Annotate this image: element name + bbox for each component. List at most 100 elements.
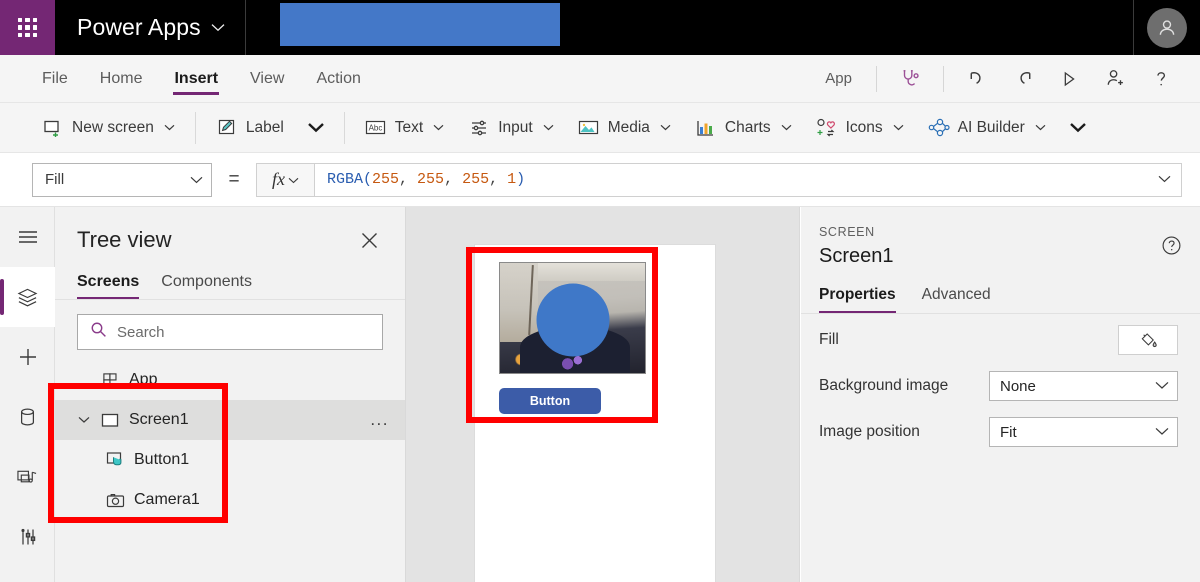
ribbon-group-controls: Abc Text Input Media Charts Icons AI Bui… bbox=[353, 103, 1098, 153]
formula-input[interactable]: RGBA(255, 255, 255, 1) bbox=[314, 162, 1182, 197]
divider bbox=[1133, 0, 1134, 55]
close-icon[interactable] bbox=[356, 227, 383, 259]
ai-builder-nodes-icon bbox=[928, 118, 950, 138]
fx-label: fx bbox=[272, 169, 285, 189]
button-label: Button bbox=[529, 394, 571, 408]
background-image-dropdown[interactable]: None bbox=[989, 371, 1178, 401]
tab-properties[interactable]: Properties bbox=[819, 286, 896, 313]
menu-label: File bbox=[42, 69, 68, 87]
app-checker-stethoscope-icon[interactable] bbox=[887, 59, 933, 99]
menu-item-view[interactable]: View bbox=[234, 55, 300, 103]
menu-item-file[interactable]: File bbox=[26, 55, 84, 103]
camera-icon bbox=[105, 492, 125, 509]
tree-view-layers-icon[interactable] bbox=[0, 267, 55, 327]
help-circle-icon[interactable] bbox=[1161, 235, 1182, 261]
ribbon-charts-button[interactable]: Charts bbox=[683, 110, 804, 146]
menu-label: Action bbox=[316, 69, 361, 87]
ribbon-label: Charts bbox=[724, 118, 771, 136]
label-gallery-expand-icon[interactable] bbox=[296, 110, 336, 146]
input-sliders-icon bbox=[468, 118, 490, 138]
data-cylinder-icon[interactable] bbox=[0, 387, 55, 447]
fx-button[interactable]: fx bbox=[256, 162, 314, 197]
fill-color-picker-button[interactable] bbox=[1118, 325, 1178, 355]
tree-node-app[interactable]: App bbox=[55, 360, 405, 400]
divider bbox=[194, 111, 196, 144]
charts-bar-icon bbox=[695, 118, 717, 138]
search-placeholder: Search bbox=[117, 323, 165, 341]
dropdown-value: None bbox=[1000, 377, 1036, 395]
ribbon-label: Label bbox=[245, 118, 284, 136]
left-rail bbox=[0, 207, 55, 582]
ribbon-label: New screen bbox=[72, 118, 154, 136]
search-wrapper: Search bbox=[55, 300, 405, 350]
ribbon-text-button[interactable]: Abc Text bbox=[353, 110, 456, 146]
hamburger-menu-icon[interactable] bbox=[0, 207, 55, 267]
ribbon-icons-button[interactable]: Icons bbox=[804, 110, 916, 146]
brand-power-apps[interactable]: Power Apps bbox=[55, 0, 246, 55]
menu-label: Insert bbox=[174, 69, 219, 87]
preview-play-icon[interactable] bbox=[1046, 59, 1092, 99]
tree-node-screen1[interactable]: Screen1 ... bbox=[55, 400, 405, 440]
insert-ribbon: New screen Label Abc Text Input Media Ch… bbox=[0, 103, 1200, 153]
ribbon-overflow-chevron-down-icon[interactable] bbox=[1058, 110, 1098, 146]
ribbon-ai-builder-button[interactable]: AI Builder bbox=[916, 110, 1058, 146]
property-label: Background image bbox=[819, 377, 949, 394]
variables-tools-icon[interactable] bbox=[0, 507, 55, 567]
menu-bar: File Home Insert View Action App bbox=[0, 55, 1200, 103]
undo-icon[interactable] bbox=[954, 59, 1000, 99]
account-manager-button[interactable] bbox=[1134, 0, 1200, 55]
app-menu-button[interactable]: App bbox=[811, 70, 866, 87]
help-question-icon[interactable] bbox=[1138, 59, 1184, 99]
ribbon-media-button[interactable]: Media bbox=[566, 110, 683, 146]
property-row-image-position: Image position Fit bbox=[801, 412, 1200, 452]
media-library-icon[interactable] bbox=[0, 447, 55, 507]
divider bbox=[876, 65, 877, 92]
chevron-down-icon bbox=[1155, 423, 1169, 441]
app-launcher-waffle-icon[interactable] bbox=[0, 0, 55, 55]
text-abc-icon: Abc bbox=[365, 118, 387, 138]
dropdown-value: Fit bbox=[1000, 423, 1017, 441]
redaction-overlay-face bbox=[536, 283, 609, 357]
canvas-screen1[interactable]: Button bbox=[475, 245, 715, 582]
property-selector-dropdown[interactable]: Fill bbox=[32, 162, 212, 197]
label-pencil-icon bbox=[216, 118, 238, 138]
screen-rect-icon bbox=[100, 413, 120, 428]
ribbon-input-button[interactable]: Input bbox=[456, 110, 565, 146]
menu-label: View bbox=[250, 69, 285, 87]
canvas-button1-control[interactable]: Button bbox=[499, 388, 601, 414]
media-image-icon bbox=[578, 118, 600, 138]
image-position-dropdown[interactable]: Fit bbox=[989, 417, 1178, 447]
canvas-camera1-control[interactable] bbox=[499, 262, 646, 374]
menu-item-action[interactable]: Action bbox=[300, 55, 376, 103]
tree-node-overflow-menu[interactable]: ... bbox=[370, 411, 389, 428]
waffle-grid bbox=[18, 18, 37, 37]
tree-node-button1[interactable]: Button1 bbox=[55, 440, 405, 480]
ribbon-group-new-screen: New screen bbox=[30, 103, 204, 153]
formula-expand-chevron-down-icon[interactable] bbox=[1158, 171, 1171, 188]
tree-node-list: App Screen1 ... Button1 Camera1 bbox=[55, 350, 405, 520]
chevron-down-icon[interactable] bbox=[77, 416, 91, 424]
insert-plus-icon[interactable] bbox=[0, 327, 55, 387]
equals-sign: = bbox=[228, 168, 240, 190]
tab-screens[interactable]: Screens bbox=[77, 273, 140, 299]
divider bbox=[343, 111, 345, 144]
chevron-down-icon bbox=[164, 122, 175, 134]
tree-node-camera1[interactable]: Camera1 bbox=[55, 480, 405, 520]
tab-advanced[interactable]: Advanced bbox=[922, 286, 991, 313]
redo-icon[interactable] bbox=[1000, 59, 1046, 99]
search-input[interactable]: Search bbox=[77, 314, 383, 350]
power-apps-studio: Power Apps File Home Insert View Action bbox=[0, 0, 1200, 582]
menu-item-home[interactable]: Home bbox=[84, 55, 159, 103]
app-grid-icon bbox=[100, 372, 120, 389]
share-add-user-icon[interactable] bbox=[1092, 59, 1138, 99]
tab-components[interactable]: Components bbox=[161, 273, 252, 299]
properties-kicker: SCREEN bbox=[819, 225, 875, 239]
app-canvas[interactable]: Button bbox=[406, 207, 800, 582]
ribbon-group-label: Label bbox=[204, 103, 353, 153]
ribbon-new-screen-button[interactable]: New screen bbox=[30, 110, 187, 146]
ribbon-label-button[interactable]: Label bbox=[204, 110, 296, 146]
page-title: Tree view bbox=[77, 227, 172, 252]
chevron-down-icon bbox=[433, 122, 444, 134]
menu-item-insert[interactable]: Insert bbox=[158, 55, 234, 103]
property-selector-value: Fill bbox=[45, 171, 65, 188]
